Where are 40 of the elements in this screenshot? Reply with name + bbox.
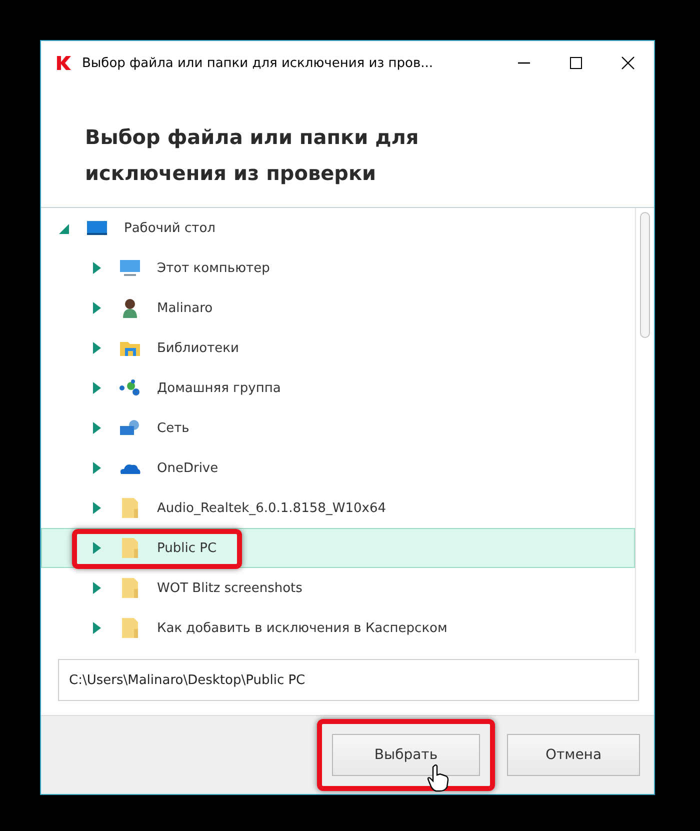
tree-item[interactable]: Библиотеки — [41, 328, 635, 368]
network-icon — [119, 419, 141, 437]
select-button[interactable]: Выбрать — [332, 734, 480, 776]
tree-item[interactable]: OneDrive — [41, 448, 635, 488]
tree-item[interactable]: Сеть — [41, 408, 635, 448]
user-icon — [121, 298, 139, 318]
tree-item[interactable]: Рабочий стол — [41, 208, 635, 248]
expand-arrow-icon[interactable] — [91, 341, 103, 355]
library-icon — [119, 339, 141, 357]
expand-arrow-icon[interactable] — [91, 501, 103, 515]
tree-item[interactable]: Public PC — [41, 528, 635, 568]
tree-item[interactable]: Домашняя группа — [41, 368, 635, 408]
homegroup-icon — [119, 379, 141, 397]
expand-arrow-icon[interactable] — [91, 581, 103, 595]
tree-item[interactable]: Этот компьютер — [41, 248, 635, 288]
expand-arrow-icon[interactable] — [91, 381, 103, 395]
expand-arrow-icon[interactable] — [91, 301, 103, 315]
expand-arrow-icon[interactable] — [91, 261, 103, 275]
tree-item[interactable]: Malinaro — [41, 288, 635, 328]
tree-item[interactable]: Audio_Realtek_6.0.1.8158_W10x64 — [41, 488, 635, 528]
tree-item[interactable]: WOT Blitz screenshots — [41, 568, 635, 608]
folder-icon — [121, 537, 139, 559]
expand-arrow-icon[interactable] — [91, 621, 103, 635]
window-title: Выбор файла или папки для исключения из пров... — [82, 56, 434, 70]
folder-icon — [121, 577, 139, 599]
expand-arrow-icon[interactable] — [91, 541, 103, 555]
app-logo-icon — [56, 55, 72, 71]
computer-icon — [119, 259, 141, 277]
folder-icon — [121, 497, 139, 519]
close-button[interactable] — [621, 56, 635, 70]
expand-arrow-icon[interactable] — [91, 421, 103, 435]
hand-cursor-icon — [427, 764, 449, 792]
tree-item[interactable]: Как добавить в исключения в Касперском — [41, 608, 635, 648]
expand-arrow-icon[interactable] — [91, 461, 103, 475]
cancel-button[interactable]: Отмена — [507, 734, 640, 776]
folder-icon — [121, 617, 139, 639]
monitor-icon — [86, 220, 108, 236]
path-field[interactable]: C:\Users\Malinaro\Desktop\Public PC — [58, 659, 639, 701]
maximize-button[interactable] — [569, 56, 583, 70]
dialog-heading: Выбор файла или папки для исключения из проверки — [84, 124, 420, 187]
